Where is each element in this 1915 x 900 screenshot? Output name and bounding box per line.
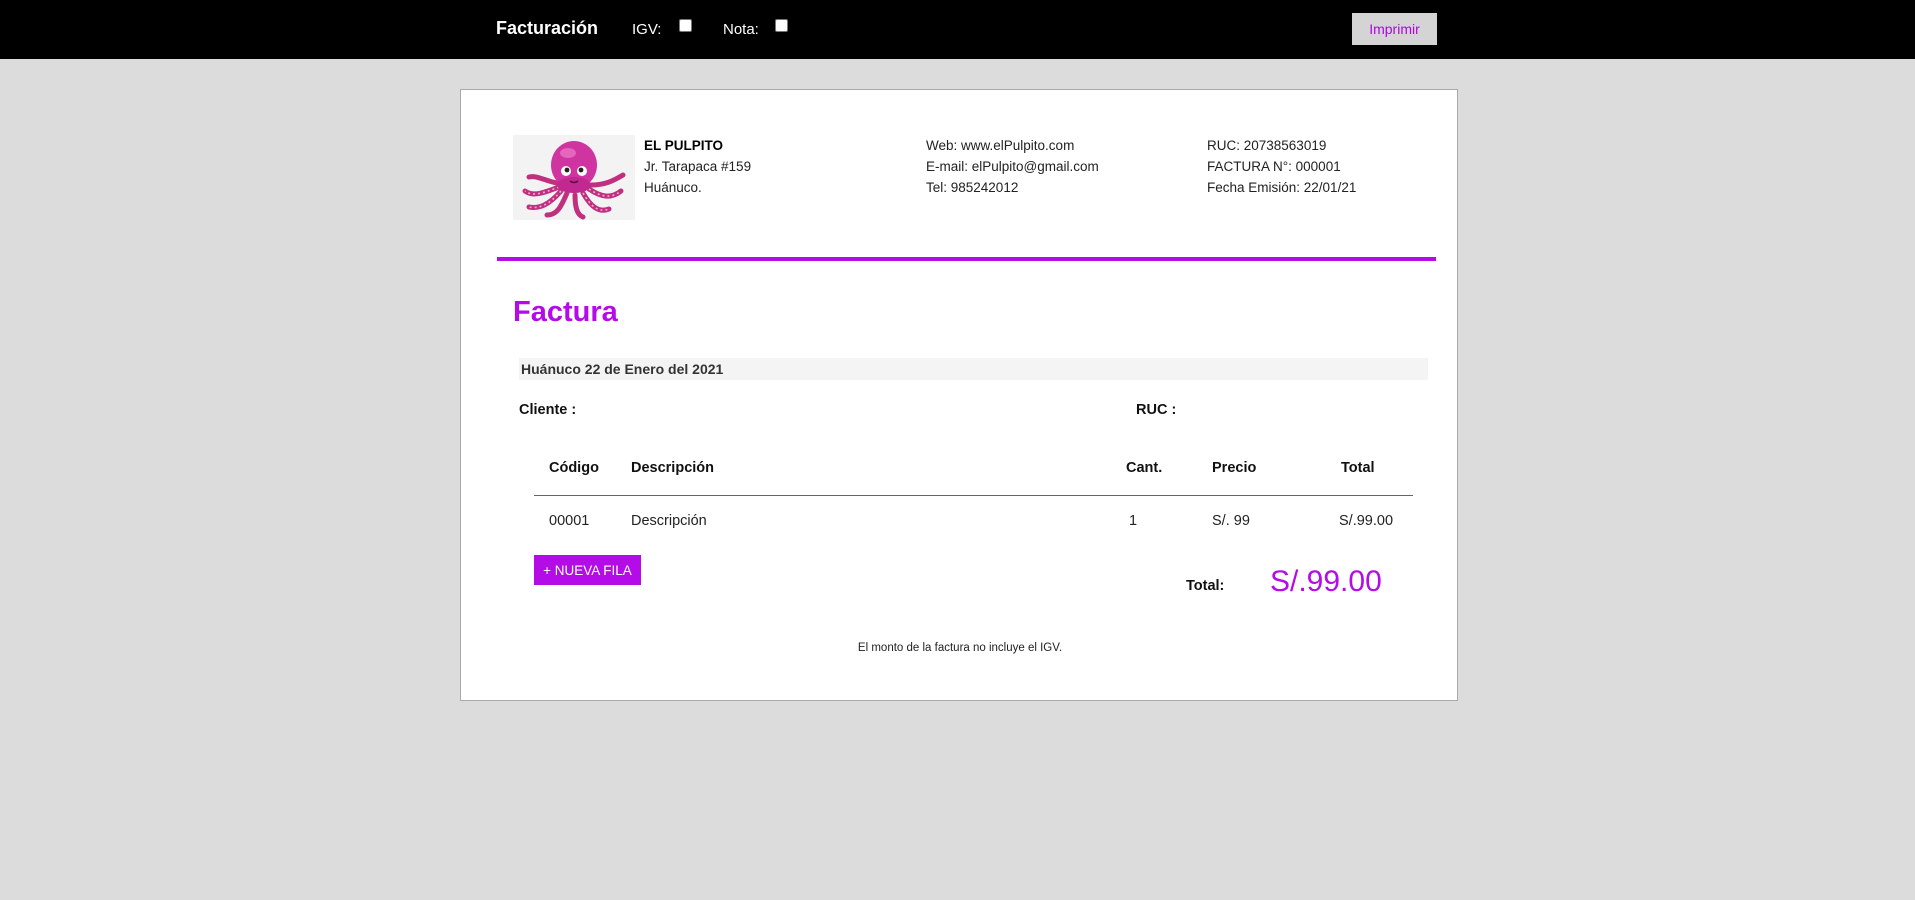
- date-line: Huánuco 22 de Enero del 2021: [519, 358, 1428, 380]
- company-tel: Tel: 985242012: [926, 180, 1019, 195]
- issue-date: Fecha Emisión: 22/01/21: [1207, 180, 1357, 195]
- igv-note: El monto de la factura no incluye el IGV…: [857, 642, 1063, 654]
- igv-checkbox[interactable]: [679, 19, 692, 32]
- column-header-cant: Cant.: [1126, 460, 1163, 476]
- cell-description[interactable]: Descripción: [631, 513, 707, 529]
- total-value: S/.99.00: [1270, 565, 1382, 598]
- invoice-number: FACTURA N°: 000001: [1207, 159, 1341, 174]
- cell-total: S/.99.00: [1339, 513, 1394, 529]
- company-web: Web: www.elPulpito.com: [926, 138, 1075, 153]
- octopus-logo-icon: [513, 135, 635, 220]
- invoice-meta: RUC: 20738563019 FACTURA N°: 000001 Fech…: [1207, 135, 1356, 198]
- column-header-codigo: Código: [549, 460, 599, 476]
- total-label: Total:: [1186, 578, 1225, 594]
- nota-checkbox[interactable]: [775, 19, 788, 32]
- company-city: Huánuco.: [644, 180, 702, 195]
- company-name: EL PULPITO: [644, 138, 724, 153]
- client-label: Cliente :: [519, 402, 577, 418]
- table-divider: [534, 495, 1413, 496]
- client-ruc-label: RUC :: [1136, 402, 1177, 418]
- company-email: E-mail: elPulpito@gmail.com: [926, 159, 1099, 174]
- cell-quantity[interactable]: 1: [1129, 513, 1137, 529]
- company-ruc: RUC: 20738563019: [1207, 138, 1327, 153]
- company-contact: Web: www.elPulpito.com E-mail: elPulpito…: [926, 135, 1099, 198]
- print-button[interactable]: Imprimir: [1352, 13, 1437, 45]
- app-title: Facturación: [496, 18, 599, 38]
- column-header-precio: Precio: [1212, 460, 1257, 476]
- column-header-total: Total: [1341, 460, 1375, 476]
- igv-label: IGV:: [632, 21, 662, 38]
- company-address: Jr. Tarapaca #159: [644, 159, 752, 174]
- header-divider: [497, 257, 1436, 261]
- column-header-descripcion: Descripción: [631, 460, 714, 476]
- cell-code[interactable]: 00001: [549, 513, 589, 529]
- top-bar: Facturación IGV: Nota: Imprimir: [0, 0, 1915, 59]
- nota-label: Nota:: [723, 21, 759, 38]
- company-info: EL PULPITO Jr. Tarapaca #159 Huánuco.: [644, 135, 751, 198]
- add-row-button[interactable]: + NUEVA FILA: [534, 555, 641, 585]
- invoice-title: Factura: [513, 296, 618, 328]
- invoice-sheet: EL PULPITO Jr. Tarapaca #159 Huánuco. We…: [460, 89, 1458, 701]
- cell-price[interactable]: S/. 99: [1212, 513, 1250, 529]
